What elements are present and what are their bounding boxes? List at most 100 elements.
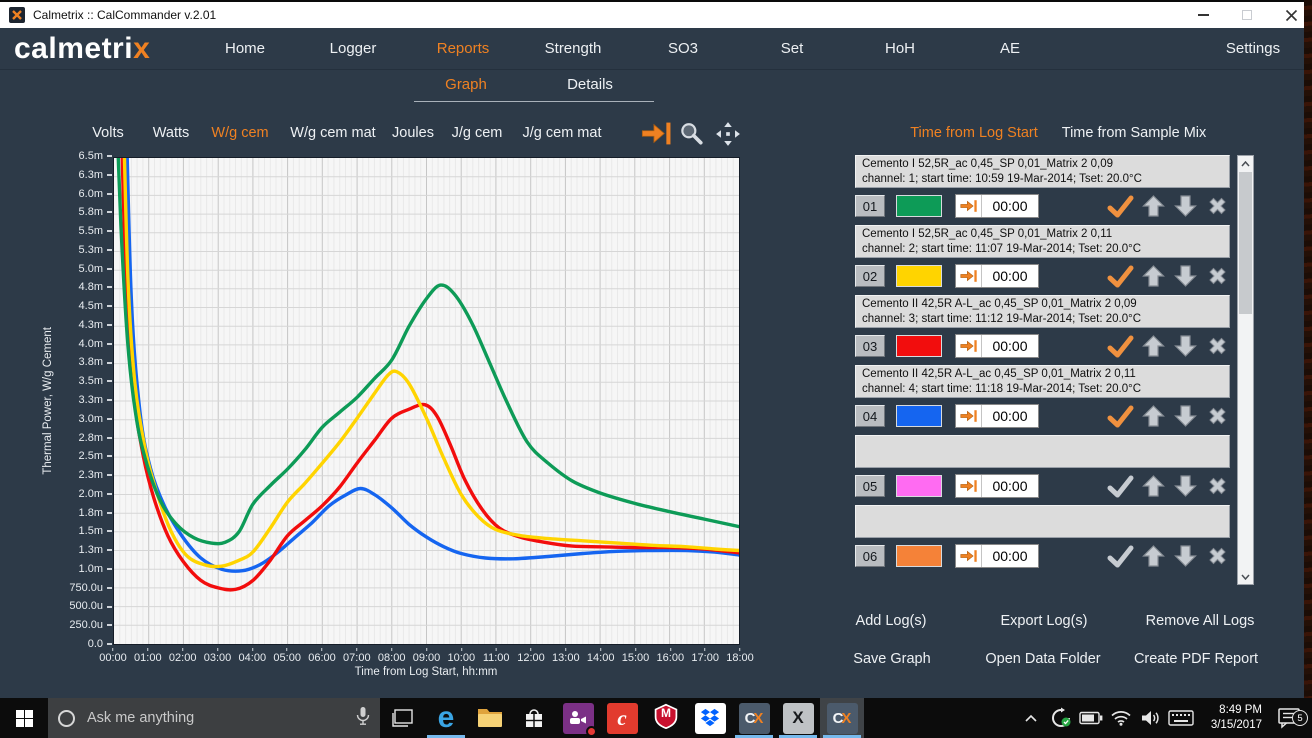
tab-details[interactable]: Details bbox=[567, 76, 613, 93]
tab-jg-cem[interactable]: J/g cem bbox=[452, 125, 503, 141]
tab-jg-cem-mat[interactable]: J/g cem mat bbox=[523, 125, 602, 141]
channel-number[interactable]: 05 bbox=[855, 475, 885, 497]
time-offset-value[interactable]: 00:00 bbox=[982, 548, 1038, 564]
move-up-icon[interactable] bbox=[1141, 544, 1166, 568]
apply-check-icon[interactable] bbox=[1107, 195, 1134, 218]
nav-logger[interactable]: Logger bbox=[330, 40, 377, 57]
tab-wg-cem[interactable]: W/g cem bbox=[211, 125, 268, 141]
nav-home[interactable]: Home bbox=[225, 40, 265, 57]
series-color-swatch[interactable] bbox=[896, 405, 942, 427]
calcommander-taskbar-icon[interactable] bbox=[732, 698, 776, 738]
mcafee-icon[interactable] bbox=[644, 698, 688, 738]
series-color-swatch[interactable] bbox=[896, 195, 942, 217]
move-up-icon[interactable] bbox=[1141, 334, 1166, 358]
apply-check-icon[interactable] bbox=[1107, 475, 1134, 498]
channel-number[interactable]: 04 bbox=[855, 405, 885, 427]
zoom-icon[interactable] bbox=[678, 121, 704, 152]
channel-number[interactable]: 02 bbox=[855, 265, 885, 287]
series-color-swatch[interactable] bbox=[896, 265, 942, 287]
time-offset-field[interactable]: 00:00 bbox=[955, 474, 1039, 498]
remove-log-icon[interactable] bbox=[1205, 264, 1230, 288]
series-color-swatch[interactable] bbox=[896, 335, 942, 357]
store-icon[interactable] bbox=[512, 698, 556, 738]
remove-log-icon[interactable] bbox=[1205, 544, 1230, 568]
wifi-icon[interactable] bbox=[1106, 710, 1136, 726]
remove-log-icon[interactable] bbox=[1205, 334, 1230, 358]
scroll-down-icon[interactable] bbox=[1238, 569, 1253, 584]
start-button[interactable] bbox=[0, 698, 48, 738]
time-offset-value[interactable]: 00:00 bbox=[982, 198, 1038, 214]
nav-hoh[interactable]: HoH bbox=[885, 40, 915, 57]
move-down-icon[interactable] bbox=[1173, 194, 1198, 218]
apply-check-icon[interactable] bbox=[1107, 265, 1134, 288]
action-center-icon[interactable]: 5 bbox=[1266, 707, 1312, 729]
log-entry-info[interactable]: Cemento II 42,5R A-L_ac 0,45_SP 0,01_Mat… bbox=[855, 365, 1230, 398]
tab-watts[interactable]: Watts bbox=[153, 125, 190, 141]
time-offset-value[interactable]: 00:00 bbox=[982, 478, 1038, 494]
tab-time-from-sample-mix[interactable]: Time from Sample Mix bbox=[1062, 125, 1206, 141]
chevron-up-icon[interactable] bbox=[1016, 714, 1046, 722]
volume-icon[interactable] bbox=[1136, 710, 1166, 726]
open-data-folder-button[interactable]: Open Data Folder bbox=[985, 651, 1100, 667]
apply-check-icon[interactable] bbox=[1107, 335, 1134, 358]
nav-settings[interactable]: Settings bbox=[1226, 40, 1280, 57]
move-up-icon[interactable] bbox=[1141, 194, 1166, 218]
time-offset-value[interactable]: 00:00 bbox=[982, 338, 1038, 354]
apply-check-icon[interactable] bbox=[1107, 405, 1134, 428]
x-app-icon[interactable] bbox=[776, 698, 820, 738]
time-offset-field[interactable]: 00:00 bbox=[955, 264, 1039, 288]
dropbox-icon[interactable] bbox=[688, 698, 732, 738]
calcommander-active-icon[interactable] bbox=[820, 698, 864, 738]
series-color-swatch[interactable] bbox=[896, 475, 942, 497]
tab-volts[interactable]: Volts bbox=[92, 125, 123, 141]
move-up-icon[interactable] bbox=[1141, 264, 1166, 288]
move-down-icon[interactable] bbox=[1173, 404, 1198, 428]
scroll-up-icon[interactable] bbox=[1238, 156, 1253, 171]
close-button[interactable] bbox=[1284, 8, 1298, 22]
pan-icon[interactable] bbox=[715, 121, 741, 152]
battery-icon[interactable] bbox=[1076, 711, 1106, 725]
export-logs-button[interactable]: Export Log(s) bbox=[1000, 613, 1087, 629]
nav-reports[interactable]: Reports bbox=[437, 40, 490, 57]
tab-wg-cem-mat[interactable]: W/g cem mat bbox=[290, 125, 375, 141]
edge-icon[interactable] bbox=[424, 698, 468, 738]
nav-ae[interactable]: AE bbox=[1000, 40, 1020, 57]
file-explorer-icon[interactable] bbox=[468, 698, 512, 738]
move-down-icon[interactable] bbox=[1173, 264, 1198, 288]
log-entry-info[interactable]: Cemento II 42,5R A-L_ac 0,45_SP 0,01_Mat… bbox=[855, 295, 1230, 328]
time-offset-value[interactable]: 00:00 bbox=[982, 408, 1038, 424]
move-down-icon[interactable] bbox=[1173, 474, 1198, 498]
move-down-icon[interactable] bbox=[1173, 544, 1198, 568]
apply-check-icon[interactable] bbox=[1107, 545, 1134, 568]
remove-log-icon[interactable] bbox=[1205, 474, 1230, 498]
thermal-power-plot[interactable] bbox=[113, 157, 740, 645]
add-logs-button[interactable]: Add Log(s) bbox=[856, 613, 927, 629]
log-entry-info[interactable] bbox=[855, 505, 1230, 538]
nav-set[interactable]: Set bbox=[781, 40, 804, 57]
task-view-icon[interactable] bbox=[380, 698, 424, 738]
minimize-button[interactable] bbox=[1196, 8, 1210, 22]
channel-number[interactable]: 03 bbox=[855, 335, 885, 357]
time-offset-field[interactable]: 00:00 bbox=[955, 194, 1039, 218]
nav-strength[interactable]: Strength bbox=[545, 40, 602, 57]
red-c-app-icon[interactable] bbox=[600, 698, 644, 738]
log-entry-info[interactable] bbox=[855, 435, 1230, 468]
tab-time-from-log-start[interactable]: Time from Log Start bbox=[910, 125, 1038, 141]
move-up-icon[interactable] bbox=[1141, 404, 1166, 428]
remove-log-icon[interactable] bbox=[1205, 194, 1230, 218]
channel-number[interactable]: 01 bbox=[855, 195, 885, 217]
search-input[interactable]: Ask me anything bbox=[48, 698, 380, 738]
log-list-scrollbar[interactable] bbox=[1237, 155, 1254, 585]
tab-joules[interactable]: Joules bbox=[392, 125, 434, 141]
channel-number[interactable]: 06 bbox=[855, 545, 885, 567]
create-pdf-report-button[interactable]: Create PDF Report bbox=[1134, 651, 1258, 667]
time-offset-field[interactable]: 00:00 bbox=[955, 404, 1039, 428]
shift-time-icon[interactable] bbox=[641, 121, 671, 151]
log-entry-info[interactable]: Cemento I 52,5R_ac 0,45_SP 0,01_Matrix 2… bbox=[855, 155, 1230, 188]
video-app-icon[interactable] bbox=[556, 698, 600, 738]
sync-icon[interactable] bbox=[1046, 707, 1076, 729]
tab-graph[interactable]: Graph bbox=[445, 76, 487, 93]
time-offset-field[interactable]: 00:00 bbox=[955, 544, 1039, 568]
move-down-icon[interactable] bbox=[1173, 334, 1198, 358]
keyboard-icon[interactable] bbox=[1166, 710, 1196, 726]
